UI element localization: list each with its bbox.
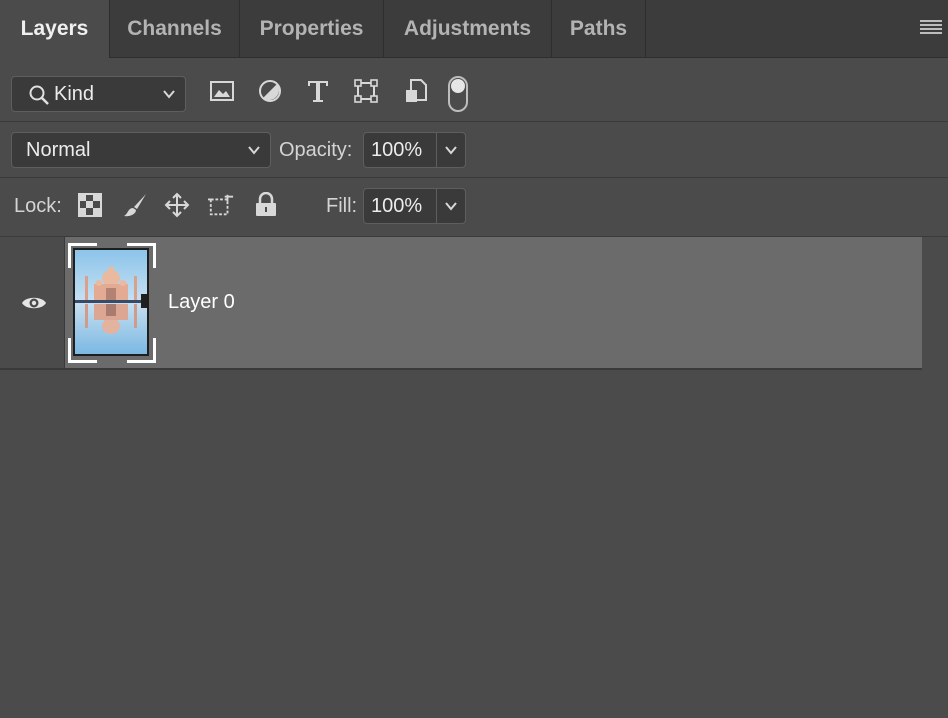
lock-all-icon[interactable]: [253, 192, 279, 218]
tab-channels[interactable]: Channels: [110, 0, 240, 57]
fill-input[interactable]: 100%: [363, 188, 437, 224]
smart-object-filter-icon[interactable]: [403, 78, 429, 104]
tab-properties[interactable]: Properties: [240, 0, 384, 57]
fill-label: Fill:: [326, 195, 358, 217]
filter-toggle[interactable]: [448, 76, 468, 112]
adjustment-filter-icon[interactable]: [257, 78, 283, 104]
chevron-down-icon: [248, 146, 260, 155]
image-filter-icon[interactable]: [209, 78, 235, 104]
tab-adjustments[interactable]: Adjustments: [384, 0, 552, 57]
opacity-label: Opacity:: [279, 139, 353, 161]
fill-dropdown-button[interactable]: [436, 188, 466, 224]
blend-row: Normal Opacity: 100%: [0, 122, 948, 178]
filter-row: Kind: [0, 58, 948, 122]
blend-mode-value: Normal: [26, 139, 91, 161]
lock-paint-icon[interactable]: [122, 192, 148, 218]
opacity-dropdown-button[interactable]: [436, 132, 466, 168]
panel-tab-bar: Layers Channels Properties Adjustments P…: [0, 0, 948, 58]
blend-mode-select[interactable]: Normal: [11, 132, 271, 168]
lock-artboard-icon[interactable]: [208, 192, 234, 218]
chevron-down-icon: [445, 202, 457, 211]
layers-scroll-area: [922, 237, 948, 718]
layer-name[interactable]: Layer 0: [168, 291, 235, 314]
eye-icon[interactable]: [21, 294, 47, 312]
visibility-column: [0, 237, 65, 368]
panel-menu-icon[interactable]: [920, 20, 942, 36]
tab-layers[interactable]: Layers: [0, 0, 110, 58]
lock-label: Lock:: [14, 195, 62, 217]
type-filter-icon[interactable]: [305, 78, 331, 104]
fill-value: 100%: [371, 195, 423, 217]
lock-transparent-icon[interactable]: [77, 192, 103, 218]
opacity-input[interactable]: 100%: [363, 132, 437, 168]
lock-position-icon[interactable]: [164, 192, 190, 218]
shape-filter-icon[interactable]: [353, 78, 379, 104]
search-icon: [29, 85, 49, 105]
kind-filter-select[interactable]: Kind: [11, 76, 186, 112]
chevron-down-icon: [445, 146, 457, 155]
chevron-down-icon: [163, 90, 175, 99]
taj-mahal-thumbnail-image: [73, 248, 149, 356]
layer-thumbnail[interactable]: [68, 243, 156, 363]
layer-row[interactable]: Layer 0: [0, 237, 922, 370]
tab-paths[interactable]: Paths: [552, 0, 646, 57]
lock-row: Lock: Fill: 100%: [0, 178, 948, 237]
kind-label: Kind: [54, 83, 95, 105]
opacity-value: 100%: [371, 139, 423, 161]
